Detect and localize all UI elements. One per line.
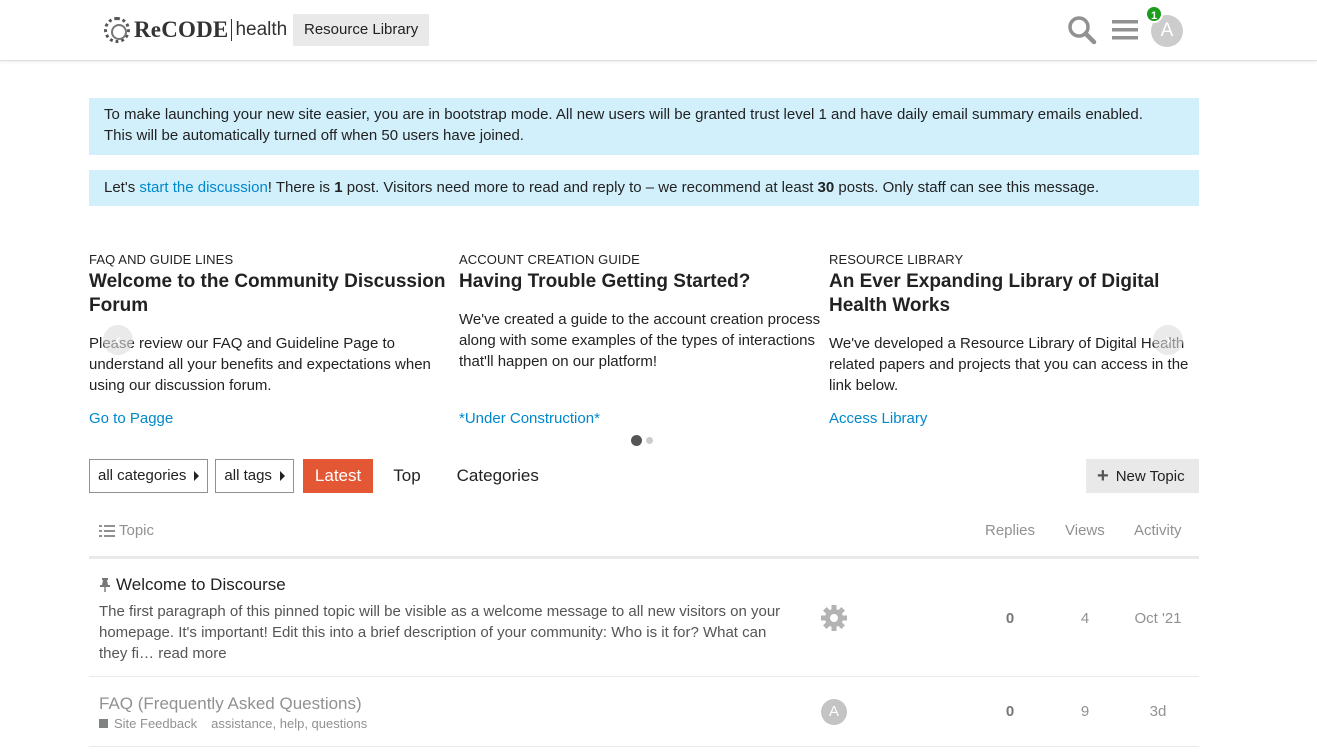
list-icon <box>99 524 115 537</box>
card-category: FAQ AND GUIDE LINES <box>89 252 234 267</box>
bootstrap-mode-notice: To make launching your new site easier, … <box>89 98 1199 155</box>
topic-activity[interactable]: 3d <box>1128 703 1188 720</box>
carousel-prev-arrow-icon[interactable]: ‹ <box>103 325 133 355</box>
banner-card: RESOURCE LIBRARY An Ever Expanding Libra… <box>829 252 1189 427</box>
card-category: RESOURCE LIBRARY <box>829 252 964 267</box>
plus-icon: + <box>1097 465 1109 487</box>
tags-dropdown-label: all tags <box>224 467 272 484</box>
topic-tags[interactable]: assistance, help, questions <box>211 716 367 731</box>
column-header-views[interactable]: Views <box>1065 522 1105 539</box>
category-name: Site Feedback <box>114 716 198 731</box>
card-title: Having Trouble Getting Started? <box>459 271 751 292</box>
topic-excerpt: The first paragraph of this pinned topic… <box>99 601 789 664</box>
new-topic-label: New Topic <box>1115 467 1185 485</box>
notice-text: posts. Only staff can see this message. <box>834 179 1100 196</box>
notice-text: ! There is <box>267 179 335 196</box>
site-header: ReCODE health Resource Library A 1 <box>0 0 1317 61</box>
topic-title-link[interactable]: FAQ (Frequently Asked Questions) <box>99 694 362 714</box>
caret-right-icon <box>279 471 285 481</box>
notice-text: Let's <box>104 179 140 196</box>
hamburger-menu-icon[interactable] <box>1109 14 1141 46</box>
logo-icon <box>104 17 130 43</box>
column-header-replies[interactable]: Replies <box>985 522 1035 539</box>
categories-dropdown-label: all categories <box>98 467 187 484</box>
carousel-next-arrow-icon[interactable]: › <box>1153 325 1183 355</box>
site-logo[interactable]: ReCODE health <box>104 16 287 44</box>
read-more-link[interactable]: read more <box>158 645 226 662</box>
bootstrap-notice-line2: This will be automatically turned off wh… <box>104 127 524 144</box>
column-header-topic-label: Topic <box>119 522 155 539</box>
topic-replies: 0 <box>1005 703 1015 720</box>
row-divider <box>89 746 1199 747</box>
topic-replies: 0 <box>1005 610 1015 627</box>
tags-dropdown[interactable]: all tags <box>215 459 294 493</box>
topic-category-badge[interactable]: Site Feedback assistance, help, question… <box>99 716 367 731</box>
banner-card: FAQ AND GUIDE LINES Welcome to the Commu… <box>89 252 449 427</box>
caret-right-icon <box>194 471 200 481</box>
categories-dropdown[interactable]: all categories <box>89 459 209 493</box>
category-color-square <box>99 719 108 728</box>
logo-subtext: health <box>235 19 288 40</box>
tab-categories[interactable]: Categories <box>447 459 549 493</box>
topic-views: 4 <box>1080 610 1090 627</box>
row-divider <box>89 676 1199 677</box>
search-icon[interactable] <box>1066 14 1098 46</box>
banner-card: ACCOUNT CREATION GUIDE Having Trouble Ge… <box>459 252 820 427</box>
column-header-topic[interactable]: Topic <box>99 522 154 539</box>
start-discussion-notice: Let's start the discussion! There is 1 p… <box>89 170 1199 206</box>
logo-divider <box>231 19 233 41</box>
topic-title-link[interactable]: Welcome to Discourse <box>99 575 286 595</box>
card-category: ACCOUNT CREATION GUIDE <box>459 252 640 267</box>
card-title: An Ever Expanding Library of Digital Hea… <box>829 271 1160 316</box>
topic-views: 9 <box>1080 703 1090 720</box>
poster-avatar[interactable]: A <box>821 699 847 725</box>
pin-icon <box>100 578 110 592</box>
column-header-activity[interactable]: Activity <box>1134 522 1182 539</box>
gear-icon[interactable] <box>820 604 848 632</box>
tab-top[interactable]: Top <box>383 459 430 493</box>
logo-text: ReCODE <box>134 17 229 42</box>
card-body: Please review our FAQ and Guideline Page… <box>89 335 431 394</box>
card-body: We've developed a Resource Library of Di… <box>829 335 1189 394</box>
recommended-post-count: 30 <box>817 179 835 196</box>
start-discussion-link[interactable]: start the discussion <box>139 179 267 196</box>
card-body: We've created a guide to the account cre… <box>459 311 821 370</box>
card-link[interactable]: Access Library <box>829 410 927 427</box>
carousel-dot-active[interactable] <box>631 435 642 446</box>
banner-carousel: FAQ AND GUIDE LINES Welcome to the Commu… <box>89 252 1199 432</box>
topic-activity[interactable]: Oct '21 <box>1128 610 1188 627</box>
carousel-pagination <box>631 435 653 446</box>
carousel-dot[interactable] <box>646 437 653 444</box>
topic-title-text: Welcome to Discourse <box>116 575 286 594</box>
notification-badge[interactable]: 1 <box>1145 5 1163 23</box>
card-link[interactable]: Go to Pagge <box>89 410 173 427</box>
table-header-divider <box>89 556 1199 559</box>
card-link[interactable]: *Under Construction* <box>459 410 600 427</box>
resource-library-button[interactable]: Resource Library <box>293 14 430 46</box>
card-title: Welcome to the Community Discussion Foru… <box>89 271 446 316</box>
notice-text: post. Visitors need more to read and rep… <box>342 179 818 196</box>
bootstrap-notice-line1: To make launching your new site easier, … <box>104 106 1143 123</box>
topic-navigation: all categories all tags Latest Top Categ… <box>89 459 549 493</box>
post-count: 1 <box>334 179 343 196</box>
tab-latest[interactable]: Latest <box>302 459 374 493</box>
new-topic-button[interactable]: + New Topic <box>1086 459 1199 493</box>
